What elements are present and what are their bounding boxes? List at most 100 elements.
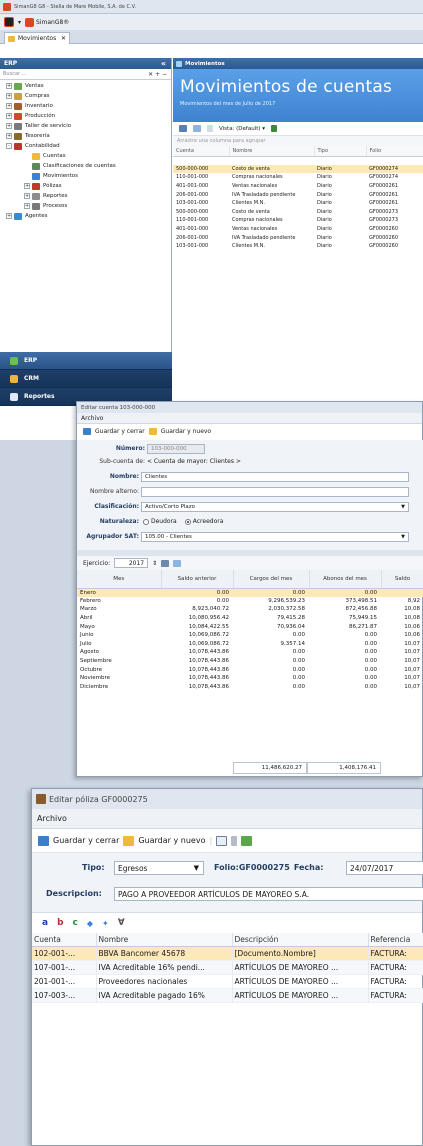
table-row[interactable]: 102-001-... BBVA Bancomer 45678 [Documento… (32, 946, 423, 961)
tree-item[interactable]: - Contabilidad (0, 141, 171, 151)
column-header[interactable]: Referencia (368, 933, 423, 947)
tree-item[interactable]: + Taller de servicio (0, 121, 171, 131)
format-b-icon[interactable]: b (57, 918, 63, 928)
column-header[interactable]: Cuenta (173, 146, 230, 157)
table-row[interactable]: Marzo 8,923,040.72 2,030,372.58 872,456.88 1… (77, 605, 423, 614)
table-row[interactable]: 201-001-... Proveedores nacionales ARTÍCUL… (32, 974, 423, 989)
column-header[interactable]: Saldo (381, 570, 423, 589)
table-row[interactable]: Julio 10,069,086.72 9,357.14 0.00 10,07 (77, 640, 423, 649)
nav-crm-button[interactable]: CRM (0, 370, 172, 388)
move-down-icon[interactable]: ◆ (87, 919, 93, 928)
column-header[interactable]: Folio (366, 146, 423, 157)
grid-icon[interactable] (179, 125, 187, 132)
expand-icon[interactable]: + (6, 83, 12, 89)
nav-erp-button[interactable]: ERP (0, 352, 172, 370)
dropdown-icon[interactable]: ▾ (18, 19, 21, 26)
tree-item[interactable]: + Inventario (0, 101, 171, 111)
table-row[interactable]: 401-001-000 Ventas nacionales Diario GF0000… (173, 225, 423, 234)
close-tab-icon[interactable]: ✕ (61, 35, 66, 42)
collapse-icon[interactable]: - (6, 143, 12, 149)
print-icon[interactable] (193, 125, 201, 132)
expand-icon[interactable]: + (6, 123, 12, 129)
subcuenta-value[interactable]: < Cuenta de mayor: Clientes > (147, 458, 241, 465)
table-row[interactable]: 103-001-000 Clientes M.N. Diario GF0000260 (173, 242, 423, 251)
table-row[interactable]: Septiembre 10,078,443.86 0.00 0.00 10,07 (77, 657, 423, 666)
table-row[interactable]: Agosto 10,078,443.86 0.00 0.00 10,07 (77, 648, 423, 657)
table-row[interactable]: Abril 10,080,956.42 79,415.28 75,949.15 10,0… (77, 614, 423, 623)
table-row[interactable]: 107-001-... IVA Acreditable 16% pendi... A… (32, 960, 423, 975)
tree-item[interactable]: Clasificaciones de cuentas (0, 161, 171, 171)
table-row[interactable]: Noviembre 10,078,443.86 0.00 0.00 10,07 (77, 674, 423, 683)
menu-archivo[interactable]: Archivo (81, 415, 103, 422)
expand-icon[interactable]: + (6, 103, 12, 109)
view-dropdown[interactable]: Vista: (Default) ▾ (219, 126, 265, 132)
ejercicio-spinner[interactable]: 2017 (114, 558, 149, 568)
tree-item[interactable]: Movimientos (0, 171, 171, 181)
expand-icon[interactable]: + (24, 183, 30, 189)
document-icon[interactable] (216, 835, 228, 846)
table-row[interactable]: Junio 10,069,086.72 0.00 0.00 10,06 (77, 631, 423, 640)
save-new-button[interactable]: Guardar y nuevo (138, 836, 205, 845)
expand-icon[interactable]: + (6, 213, 12, 219)
fecha-field[interactable]: 24/07/2017 (346, 861, 423, 875)
table-row[interactable]: 500-000-000 Costo de venta Diario GF0000273 (173, 208, 423, 217)
table-row[interactable]: 103-001-000 Clientes M.N. Diario GF0000261 (173, 199, 423, 208)
format-a-icon[interactable]: a (42, 918, 48, 928)
app-menu-icon[interactable] (4, 17, 14, 27)
print-icon[interactable] (173, 559, 182, 567)
tree-item[interactable]: + Pólizas (0, 181, 171, 191)
search-tools[interactable]: ✕ + − (148, 71, 167, 78)
tree-item[interactable]: Cuentas (0, 151, 171, 161)
save-new-button[interactable]: Guardar y nuevo (161, 428, 211, 435)
table-row[interactable]: 401-001-000 Ventas nacionales Diario GF0000… (173, 182, 423, 191)
collapse-icon[interactable]: « (161, 59, 166, 68)
chart-icon[interactable] (161, 559, 170, 567)
tree-item[interactable]: + Producción (0, 111, 171, 121)
expand-icon[interactable]: + (6, 93, 12, 99)
table-row[interactable] (173, 156, 423, 165)
table-row[interactable]: Enero 0.00 0.00 0.00 (77, 588, 423, 597)
column-header[interactable]: Descripción (232, 933, 369, 947)
tipo-select[interactable]: Egresos ▼ (114, 861, 204, 875)
column-header[interactable]: Abonos del mes (309, 570, 382, 589)
tab-movimientos[interactable]: Movimientos ✕ (4, 32, 70, 44)
tree-item[interactable]: + Tesorería (0, 131, 171, 141)
table-row[interactable]: Diciembre 10,078,443.86 0.00 0.00 10,07 (77, 683, 423, 692)
column-header[interactable]: Cargos del mes (233, 570, 310, 589)
filter-icon[interactable]: ∀ (118, 918, 125, 928)
column-header[interactable]: Tipo (314, 146, 367, 157)
save-close-button[interactable]: Guardar y cerrar (53, 836, 119, 845)
tree-item[interactable]: + Reportes (0, 191, 171, 201)
app-name-button[interactable]: SimanG8® (25, 17, 69, 27)
column-header[interactable]: Saldo anterior (161, 570, 234, 589)
search-input[interactable]: Buscar ... (3, 71, 26, 77)
column-header[interactable]: Nombre (96, 933, 233, 947)
expand-icon[interactable]: + (24, 193, 30, 199)
radio-acreedora[interactable]: Acreedora (184, 518, 223, 525)
table-row[interactable]: Mayo 10,084,422.55 70,936.04 86,271.87 10,06 (77, 622, 423, 631)
expand-icon[interactable]: + (6, 113, 12, 119)
table-row[interactable]: 500-000-000 Costo de venta Diario GF0000274 (173, 164, 423, 174)
descripcion-field[interactable]: PAGO A PROVEEDOR ARTÍCULOS DE MAYOREO S.… (114, 887, 423, 901)
table-row[interactable]: Febrero 0.00 9,296,539.23 373,498.51 8,92 (77, 597, 423, 606)
column-header[interactable]: Nombre (229, 146, 315, 157)
filter-icon[interactable] (271, 125, 278, 132)
tree-item[interactable]: + Ventas (0, 81, 171, 91)
table-row[interactable]: 110-001-000 Compras nacionales Diario GF000… (173, 216, 423, 225)
print-icon[interactable] (241, 835, 253, 846)
save-close-button[interactable]: Guardar y cerrar (95, 428, 145, 435)
move-up-icon[interactable]: ✦ (102, 919, 109, 928)
spinner-icon[interactable]: ⇕ (152, 560, 157, 567)
tree-item[interactable]: + Procesos (0, 201, 171, 211)
table-row[interactable]: 110-001-000 Compras nacionales Diario GF000… (173, 173, 423, 182)
column-header[interactable]: Mes (77, 570, 162, 589)
nombre-field[interactable]: Clientes (141, 472, 409, 482)
alterno-field[interactable] (141, 487, 409, 497)
clasificacion-select[interactable]: Activo/Corto Plazo ▼ (141, 502, 409, 512)
radio-deudora[interactable]: Deudora (143, 518, 177, 525)
menu-archivo[interactable]: Archivo (37, 814, 67, 823)
tree-item[interactable]: + Compras (0, 91, 171, 101)
tree-item[interactable]: + Agentes (0, 211, 171, 221)
table-row[interactable]: 107-003-... IVA Acreditable pagado 16% ART… (32, 988, 423, 1003)
table-row[interactable]: 206-001-000 IVA Trasladado pendiente Diari… (173, 190, 423, 199)
